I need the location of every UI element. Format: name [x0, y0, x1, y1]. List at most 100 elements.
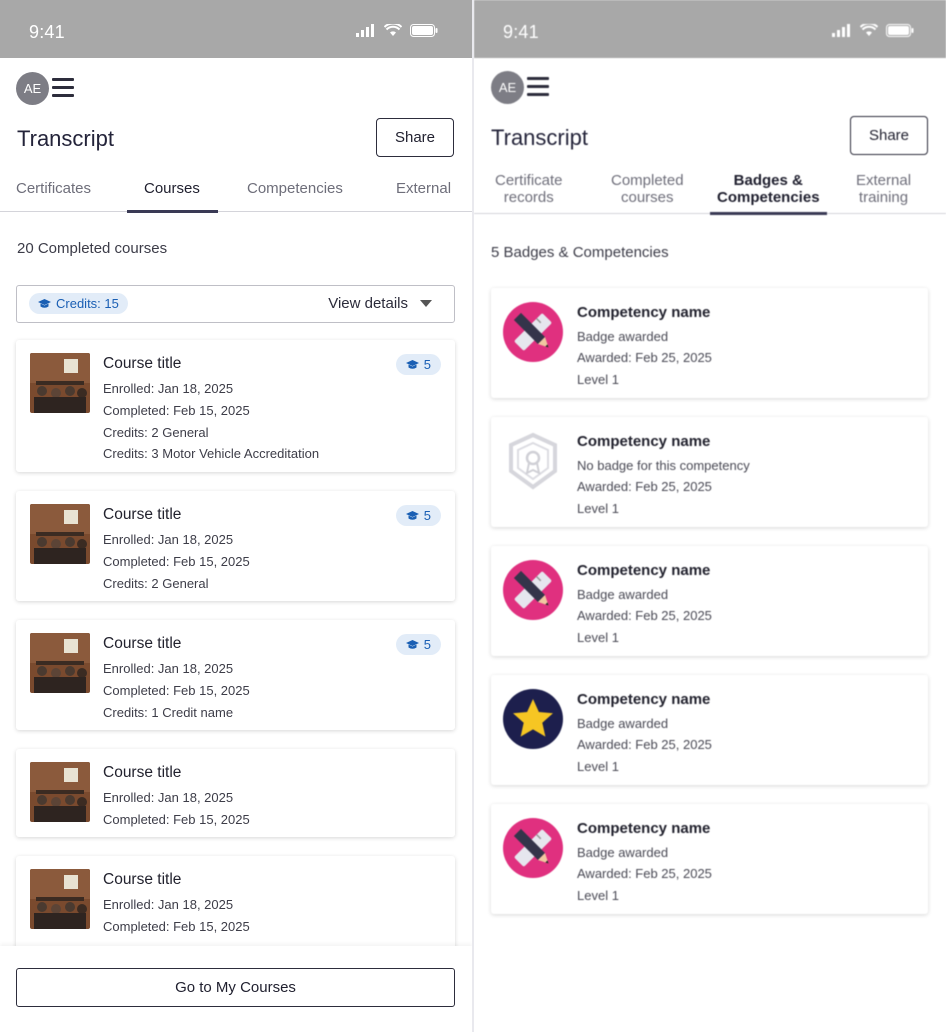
signal-icon	[832, 24, 850, 37]
course-thumbnail	[30, 504, 90, 564]
graduation-cap-icon	[405, 359, 419, 369]
tab-badges-competencies[interactable]: Badges & Competencies	[717, 172, 820, 206]
credits-chip: Credits: 15	[29, 293, 128, 314]
battery-icon	[886, 24, 914, 37]
graduation-cap-icon	[405, 510, 419, 520]
share-button[interactable]: Share	[376, 118, 454, 157]
competency-card[interactable]: Competency name Badge awarded Awarded: F…	[491, 804, 928, 914]
awarded-date: Awarded: Feb 25, 2025	[577, 608, 712, 623]
tab-label-line: Completed	[611, 172, 684, 189]
badge-status: No badge for this competency	[577, 458, 750, 473]
tab-label-line: records	[503, 189, 554, 206]
avatar[interactable]: AE	[16, 72, 49, 105]
tab-bar: Certificates Courses Competencies Extern…	[0, 174, 472, 213]
course-credits: Credits: 2 General	[103, 576, 209, 591]
tab-completed-courses[interactable]: Completed courses	[611, 172, 684, 206]
badge-status: Badge awarded	[577, 587, 669, 602]
tab-external[interactable]: External	[396, 180, 451, 197]
course-credits: Credits: 1 Credit name	[103, 705, 234, 720]
courses-screen: 9:41 AE Transcript Share Certificates Co…	[0, 0, 472, 1032]
battery-icon	[410, 24, 438, 37]
hamburger-menu-icon[interactable]	[527, 77, 549, 97]
share-button[interactable]: Share	[850, 116, 928, 155]
credit-badge: 5	[395, 505, 441, 526]
course-completed: Completed: Feb 15, 2025	[103, 812, 250, 827]
tab-label-line: Certificate	[495, 172, 563, 189]
credits-summary: Credits: 15 View details	[16, 285, 455, 323]
tab-competencies[interactable]: Competencies	[247, 180, 343, 197]
course-title: Course title	[103, 635, 182, 652]
tab-certificate-records[interactable]: Certificate records	[495, 172, 563, 206]
awarded-date: Awarded: Feb 25, 2025	[577, 866, 712, 881]
status-bar: 9:41	[474, 0, 946, 58]
credit-badge-value: 5	[423, 508, 431, 523]
caret-down-icon	[420, 300, 432, 307]
view-details-label: View details	[328, 295, 408, 312]
app-bar: AE	[0, 58, 472, 118]
status-icons	[356, 24, 438, 37]
course-card[interactable]: Course title Enrolled: Jan 18, 2025 Comp…	[16, 491, 455, 601]
tab-label-line: External	[856, 172, 912, 189]
course-credits: Credits: 2 General	[103, 425, 209, 440]
graduation-cap-icon	[405, 639, 419, 649]
graduation-cap-icon	[38, 298, 51, 308]
course-card[interactable]: Course title Enrolled: Jan 18, 2025 Comp…	[16, 340, 455, 472]
course-enrolled: Enrolled: Jan 18, 2025	[103, 381, 234, 396]
title-row: Transcript Share	[0, 118, 472, 174]
tab-certificates[interactable]: Certificates	[16, 180, 91, 197]
competency-level: Level 1	[577, 888, 619, 903]
badge-status: Badge awarded	[577, 716, 669, 731]
competency-level: Level 1	[577, 372, 619, 387]
awarded-date: Awarded: Feb 25, 2025	[577, 479, 712, 494]
pencil-ruler-badge-icon	[503, 560, 563, 620]
go-to-my-courses-button[interactable]: Go to My Courses	[16, 968, 455, 1007]
tab-bar: Certificate records Completed courses Ba…	[474, 172, 946, 215]
course-credits: Credits: 3 Motor Vehicle Accreditation	[103, 446, 320, 461]
page-title: Transcript	[17, 126, 114, 151]
competency-card[interactable]: Competency name Badge awarded Awarded: F…	[491, 546, 928, 656]
star-badge-icon	[503, 689, 563, 749]
awarded-date: Awarded: Feb 25, 2025	[577, 737, 712, 752]
course-card[interactable]: Course title Enrolled: Jan 18, 2025 Comp…	[16, 749, 455, 837]
course-enrolled: Enrolled: Jan 18, 2025	[103, 897, 234, 912]
tab-courses[interactable]: Courses	[144, 180, 200, 197]
course-completed: Completed: Feb 15, 2025	[103, 683, 250, 698]
competency-name: Competency name	[577, 820, 711, 837]
competency-card[interactable]: Competency name No badge for this compet…	[491, 417, 928, 527]
badge-status: Badge awarded	[577, 845, 669, 860]
course-enrolled: Enrolled: Jan 18, 2025	[103, 790, 234, 805]
badges-count: 5 Badges & Competencies	[491, 244, 669, 261]
course-thumbnail	[30, 762, 90, 822]
tab-external-training[interactable]: External training	[856, 172, 911, 206]
wifi-icon	[860, 24, 878, 36]
credit-badge: 5	[395, 354, 441, 375]
status-bar: 9:41	[0, 0, 472, 58]
page-title: Transcript	[491, 125, 588, 150]
bottom-action-bar: Go to My Courses	[0, 946, 472, 1032]
competency-level: Level 1	[577, 501, 619, 516]
app-bar: AE	[474, 58, 946, 118]
view-details-dropdown[interactable]: View details	[328, 295, 432, 312]
tab-label-line: Competencies	[717, 189, 820, 206]
course-card[interactable]: Course title Enrolled: Jan 18, 2025 Comp…	[16, 620, 455, 730]
competency-card[interactable]: Competency name Badge awarded Awarded: F…	[491, 675, 928, 785]
badges-competencies-screen: 9:41 AE Transcript Share Certificate rec…	[474, 0, 946, 1032]
signal-icon	[356, 24, 374, 37]
active-tab-indicator	[127, 210, 218, 213]
competency-level: Level 1	[577, 630, 619, 645]
competency-level: Level 1	[577, 759, 619, 774]
pencil-ruler-badge-icon	[503, 302, 563, 362]
credits-chip-label: Credits: 15	[56, 296, 119, 311]
status-time: 9:41	[29, 22, 65, 42]
competency-name: Competency name	[577, 691, 711, 708]
badge-status: Badge awarded	[577, 329, 669, 344]
course-card[interactable]: Course title Enrolled: Jan 18, 2025 Comp…	[16, 856, 455, 952]
tab-label-line: Badges &	[733, 172, 803, 189]
course-title: Course title	[103, 355, 182, 372]
competency-card[interactable]: Competency name Badge awarded Awarded: F…	[491, 288, 928, 398]
hamburger-menu-icon[interactable]	[52, 78, 74, 98]
status-time: 9:41	[503, 22, 539, 42]
credit-badge: 5	[395, 634, 441, 655]
course-enrolled: Enrolled: Jan 18, 2025	[103, 532, 234, 547]
avatar[interactable]: AE	[491, 71, 524, 104]
